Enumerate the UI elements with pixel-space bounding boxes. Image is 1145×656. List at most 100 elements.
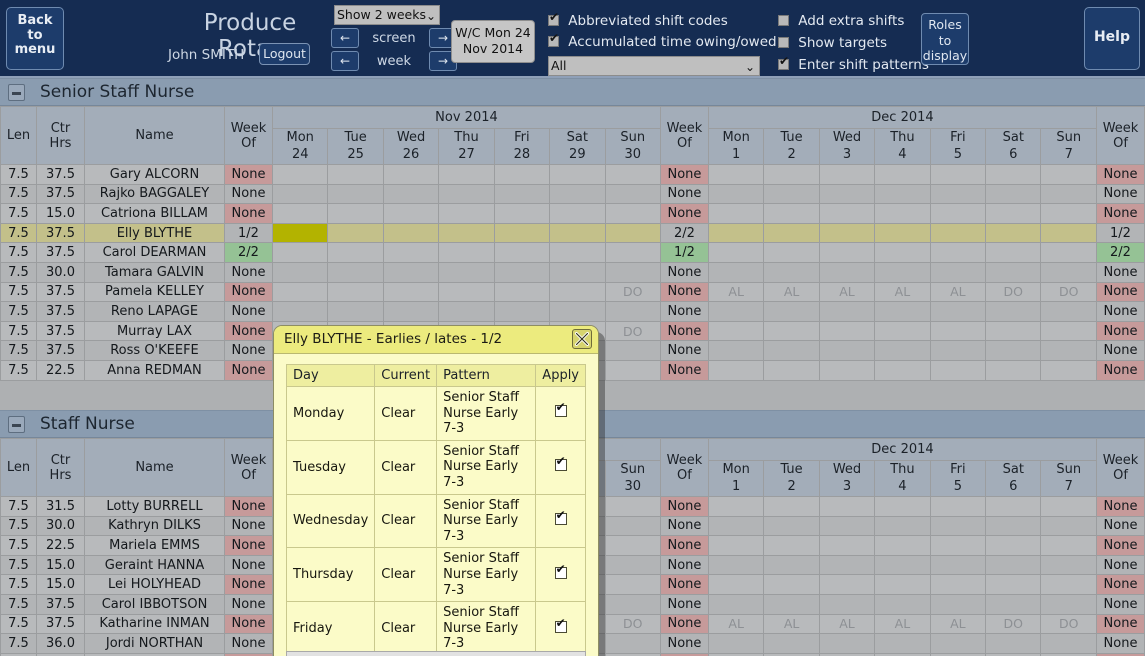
checkbox-enter-shift-patterns[interactable]	[778, 55, 789, 70]
day-header[interactable]: Mon 1	[707, 460, 765, 497]
cell-shift[interactable]	[707, 535, 765, 556]
cell-shift[interactable]: DO	[985, 281, 1042, 303]
cell-shift[interactable]	[818, 242, 876, 263]
cell-shift[interactable]	[763, 301, 820, 322]
cell-shift[interactable]: DO	[985, 613, 1042, 635]
cell-shift[interactable]	[327, 222, 384, 244]
cell-shift[interactable]	[493, 281, 551, 303]
cell-shift[interactable]	[818, 535, 876, 556]
option-abbreviated-shift-codes[interactable]: Abbreviated shift codes	[548, 11, 728, 29]
pattern-row[interactable]: Tuesday Clear Senior Staff Nurse Early 7-3	[285, 439, 586, 495]
pattern-apply-cell[interactable]	[535, 547, 586, 603]
cell-shift[interactable]	[382, 261, 440, 283]
cell-shift[interactable]	[604, 496, 661, 517]
cell-shift[interactable]	[818, 261, 876, 283]
cell-shift[interactable]	[271, 261, 329, 283]
cell-shift[interactable]	[1040, 574, 1097, 595]
cell-shift[interactable]	[604, 593, 661, 615]
cell-week-of[interactable]: None	[659, 320, 709, 342]
pattern-name[interactable]: Senior Staff Nurse Early 7-3	[436, 386, 537, 441]
cell-shift[interactable]	[382, 164, 440, 185]
cell-shift[interactable]	[763, 242, 820, 263]
checkbox-abbreviated-shift-codes[interactable]	[548, 11, 559, 26]
cell-shift[interactable]	[707, 515, 765, 537]
cell-week-of[interactable]: None	[1096, 203, 1145, 224]
cell-week-of[interactable]: None	[224, 593, 273, 615]
cell-shift[interactable]	[818, 203, 876, 224]
section-header-senior-staff-nurse[interactable]: Senior Staff Nurse	[0, 78, 1145, 106]
cell-shift[interactable]	[327, 242, 384, 263]
cell-shift[interactable]	[327, 301, 384, 322]
pattern-row[interactable]: Thursday Clear Senior Staff Nurse Early 7-…	[285, 547, 586, 603]
option-add-extra-shifts[interactable]: Add extra shifts	[778, 13, 904, 29]
cell-shift[interactable]	[493, 301, 551, 322]
cell-name[interactable]: Lotty BURRELL	[84, 496, 225, 517]
cell-shift[interactable]	[763, 359, 820, 381]
cell-shift[interactable]	[1040, 515, 1097, 537]
day-header[interactable]: Wed26	[382, 128, 440, 165]
collapse-icon[interactable]	[8, 416, 25, 433]
cell-shift[interactable]	[929, 515, 987, 537]
cell-week-of[interactable]: None	[1096, 496, 1145, 517]
cell-shift[interactable]	[438, 183, 495, 205]
cell-shift[interactable]	[818, 633, 876, 654]
cell-shift[interactable]	[1040, 496, 1097, 517]
cell-shift[interactable]	[493, 222, 551, 244]
cell-week-of[interactable]: None	[224, 261, 273, 283]
screen-prev-button[interactable]: ←	[331, 28, 359, 48]
cell-shift[interactable]	[707, 574, 765, 595]
cell-name[interactable]: Elly BLYTHE	[84, 222, 225, 244]
cell-shift[interactable]	[707, 301, 765, 322]
cell-name[interactable]: Lei HOLYHEAD	[84, 574, 225, 595]
pattern-apply-cell[interactable]	[535, 386, 586, 441]
cell-week-of[interactable]: None	[659, 340, 709, 361]
cell-week-of[interactable]: None	[659, 359, 709, 381]
cell-name[interactable]: Tamara GALVIN	[84, 261, 225, 283]
week-commencing-button[interactable]: W/C Mon 24 Nov 2014	[451, 20, 535, 63]
cell-shift[interactable]	[874, 164, 931, 185]
cell-shift[interactable]	[929, 261, 987, 283]
cell-shift[interactable]	[763, 554, 820, 576]
cell-week-of[interactable]: None	[1096, 574, 1145, 595]
cell-shift[interactable]	[549, 261, 606, 283]
cell-shift[interactable]	[763, 164, 820, 185]
cell-shift[interactable]	[818, 574, 876, 595]
pattern-apply-cell[interactable]	[535, 601, 586, 656]
cell-shift[interactable]	[707, 593, 765, 615]
week-prev-button[interactable]: ←	[331, 51, 359, 71]
cell-week-of[interactable]: None	[1096, 164, 1145, 185]
cell-shift[interactable]	[604, 242, 661, 263]
day-header[interactable]: Sun 7	[1040, 460, 1097, 497]
cell-name[interactable]: Pamela KELLEY	[84, 281, 225, 303]
day-header[interactable]: Wed 3	[818, 128, 876, 165]
cell-shift[interactable]	[1040, 261, 1097, 283]
cell-name[interactable]: Carol IBBOTSON	[84, 593, 225, 615]
cell-shift[interactable]	[707, 359, 765, 381]
day-header[interactable]: Sun 30	[604, 460, 661, 497]
cell-shift[interactable]	[271, 164, 329, 185]
cell-week-of[interactable]: None	[1096, 554, 1145, 576]
cell-shift[interactable]	[874, 574, 931, 595]
cell-shift[interactable]	[1040, 242, 1097, 263]
cell-name[interactable]: Jordi NORTHAN	[84, 633, 225, 654]
table-row[interactable]: 7.5 15.0 Catriona BILLAM None None None	[0, 203, 1145, 224]
cell-week-of[interactable]: None	[224, 164, 273, 185]
cell-shift[interactable]	[985, 340, 1042, 361]
cell-shift[interactable]	[549, 281, 606, 303]
cell-shift[interactable]	[874, 242, 931, 263]
cell-name[interactable]: Katharine INMAN	[84, 613, 225, 635]
cell-week-of[interactable]: None	[1096, 613, 1145, 635]
cell-shift[interactable]	[985, 535, 1042, 556]
cell-week-of[interactable]: None	[1096, 633, 1145, 654]
cell-shift[interactable]	[874, 340, 931, 361]
cell-shift[interactable]	[707, 164, 765, 185]
cell-shift[interactable]	[549, 183, 606, 205]
cell-name[interactable]: Kathryn DILKS	[84, 515, 225, 537]
cell-shift[interactable]	[1040, 633, 1097, 654]
cell-week-of[interactable]: None	[659, 261, 709, 283]
pattern-apply-cell[interactable]	[535, 439, 586, 495]
cell-shift[interactable]	[327, 164, 384, 185]
cell-shift[interactable]	[707, 242, 765, 263]
cell-shift[interactable]	[604, 633, 661, 654]
option-show-targets[interactable]: Show targets	[778, 35, 887, 51]
